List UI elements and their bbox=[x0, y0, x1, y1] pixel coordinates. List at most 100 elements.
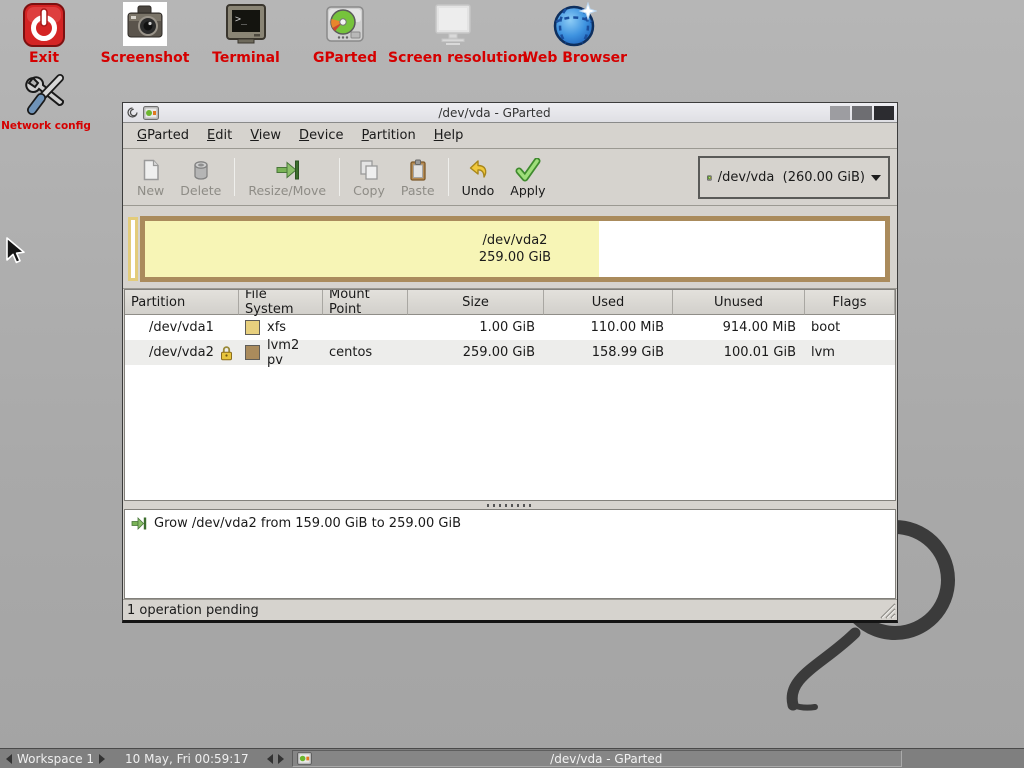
window-title: /dev/vda - GParted bbox=[163, 106, 826, 120]
resize-move-icon bbox=[274, 158, 300, 182]
flags-value: lvm bbox=[805, 340, 895, 365]
desktop-icon-network-config[interactable]: Network config bbox=[0, 72, 111, 132]
menu-device[interactable]: Device bbox=[291, 125, 351, 146]
column-header-partition[interactable]: Partition bbox=[125, 290, 239, 315]
filesystem-name: lvm2 pv bbox=[267, 338, 317, 368]
device-combo-label: /dev/vda (260.00 GiB) bbox=[718, 170, 865, 185]
table-row-vda1[interactable]: /dev/vda1 xfs 1.00 GiB 110.00 MiB 914.00… bbox=[125, 315, 895, 340]
paste-icon bbox=[406, 158, 430, 182]
new-button[interactable]: New bbox=[129, 151, 172, 203]
table-row-vda2[interactable]: /dev/vda2 lvm2 pv centos 259.00 GiB 158.… bbox=[125, 340, 895, 365]
used-value: 158.99 GiB bbox=[544, 340, 673, 365]
disk-visual-area: /dev/vda2 259.00 GiB bbox=[123, 206, 897, 289]
desktop-icon-web-browser[interactable]: Web Browser bbox=[510, 2, 640, 66]
status-text: 1 operation pending bbox=[127, 603, 259, 618]
workspace-prev-icon[interactable] bbox=[6, 754, 12, 764]
minimize-button[interactable] bbox=[830, 106, 850, 120]
splitter-grip-dots bbox=[487, 504, 533, 507]
partition-visual-vda2[interactable]: /dev/vda2 259.00 GiB bbox=[140, 216, 890, 282]
tasklist-prev-icon[interactable] bbox=[267, 754, 273, 764]
window-menu-spiral-icon[interactable] bbox=[126, 105, 139, 120]
lock-icon bbox=[220, 345, 233, 361]
maximize-button[interactable] bbox=[852, 106, 872, 120]
grow-operation-icon bbox=[131, 516, 147, 531]
taskbar-window-button[interactable]: /dev/vda - GParted bbox=[292, 750, 902, 767]
titlebar[interactable]: /dev/vda - GParted bbox=[123, 103, 897, 123]
pending-operations-panel: Grow /dev/vda2 from 159.00 GiB to 259.00… bbox=[124, 509, 896, 599]
tasklist-next-icon[interactable] bbox=[278, 754, 284, 764]
device-combo[interactable]: /dev/vda (260.00 GiB) bbox=[698, 156, 890, 199]
partition-visual-label: /dev/vda2 bbox=[483, 232, 548, 249]
filesystem-color-swatch bbox=[245, 320, 260, 335]
column-header-flags[interactable]: Flags bbox=[805, 290, 895, 315]
apply-checkmark-icon bbox=[515, 158, 541, 182]
exit-power-icon bbox=[22, 2, 66, 48]
desktop-icon-screen-resolution[interactable]: Screen resolution bbox=[388, 2, 518, 66]
filesystem-color-swatch bbox=[245, 345, 260, 360]
operation-item[interactable]: Grow /dev/vda2 from 159.00 GiB to 259.00… bbox=[131, 516, 889, 531]
table-header-row: Partition File System Mount Point Size U… bbox=[125, 290, 895, 315]
delete-partition-icon bbox=[189, 158, 213, 182]
taskbar-window-title: /dev/vda - GParted bbox=[316, 752, 897, 766]
taskbar: Workspace 1 10 May, Fri 00:59:17 /dev/vd… bbox=[0, 748, 1024, 768]
menu-partition[interactable]: Partition bbox=[354, 125, 424, 146]
copy-button[interactable]: Copy bbox=[345, 151, 393, 203]
partition-name: /dev/vda2 bbox=[149, 345, 214, 360]
column-header-size[interactable]: Size bbox=[408, 290, 544, 315]
terminal-icon: >_ bbox=[224, 2, 268, 48]
desktop-icon-label: Screen resolution bbox=[388, 50, 518, 66]
menu-help[interactable]: Help bbox=[426, 125, 472, 146]
device-disk-icon bbox=[707, 168, 712, 188]
desktop-icon-label: Web Browser bbox=[510, 50, 640, 66]
size-value: 1.00 GiB bbox=[408, 315, 544, 340]
menu-edit[interactable]: Edit bbox=[199, 125, 240, 146]
paste-button[interactable]: Paste bbox=[393, 151, 443, 203]
column-header-filesystem[interactable]: File System bbox=[239, 290, 323, 315]
resize-grip[interactable] bbox=[879, 602, 896, 619]
gparted-window: /dev/vda - GParted GParted Edit View Dev… bbox=[122, 102, 898, 623]
menu-view[interactable]: View bbox=[242, 125, 289, 146]
toolbar: New Delete Resize/Move Copy bbox=[123, 149, 897, 206]
column-header-unused[interactable]: Unused bbox=[673, 290, 805, 315]
unused-value: 914.00 MiB bbox=[673, 315, 805, 340]
used-value: 110.00 MiB bbox=[544, 315, 673, 340]
gparted-disk-icon bbox=[323, 2, 367, 48]
gparted-app-icon bbox=[297, 752, 312, 765]
partition-name: /dev/vda1 bbox=[149, 320, 214, 335]
pane-splitter[interactable] bbox=[123, 501, 897, 509]
workspace-next-icon[interactable] bbox=[99, 754, 105, 764]
partition-visual-vda1[interactable] bbox=[128, 217, 138, 281]
monitor-icon bbox=[431, 2, 475, 48]
close-button[interactable] bbox=[874, 106, 894, 120]
filesystem-name: xfs bbox=[267, 320, 286, 335]
operation-text: Grow /dev/vda2 from 159.00 GiB to 259.00… bbox=[154, 516, 461, 531]
toolbar-separator bbox=[339, 158, 340, 196]
undo-icon bbox=[466, 158, 490, 182]
column-header-used[interactable]: Used bbox=[544, 290, 673, 315]
toolbar-separator bbox=[234, 158, 235, 196]
size-value: 259.00 GiB bbox=[408, 340, 544, 365]
apply-button[interactable]: Apply bbox=[502, 151, 553, 203]
tools-icon bbox=[24, 72, 68, 118]
clock: 10 May, Fri 00:59:17 bbox=[125, 752, 249, 766]
globe-icon bbox=[553, 2, 597, 48]
unused-value: 100.01 GiB bbox=[673, 340, 805, 365]
mount-point bbox=[323, 315, 408, 340]
copy-icon bbox=[357, 158, 381, 182]
menu-gparted[interactable]: GParted bbox=[129, 125, 197, 146]
new-partition-icon bbox=[139, 158, 163, 182]
resize-move-button[interactable]: Resize/Move bbox=[240, 151, 334, 203]
partition-table: Partition File System Mount Point Size U… bbox=[124, 289, 896, 501]
toolbar-separator bbox=[448, 158, 449, 196]
flags-value: boot bbox=[805, 315, 895, 340]
gparted-app-icon bbox=[143, 106, 159, 120]
workspace-label[interactable]: Workspace 1 bbox=[17, 752, 94, 766]
undo-button[interactable]: Undo bbox=[454, 151, 503, 203]
partition-visual-size: 259.00 GiB bbox=[479, 249, 551, 266]
column-header-mountpoint[interactable]: Mount Point bbox=[323, 290, 408, 315]
delete-button[interactable]: Delete bbox=[172, 151, 229, 203]
camera-icon bbox=[123, 2, 167, 48]
svg-text:>_: >_ bbox=[235, 14, 248, 25]
mount-point: centos bbox=[323, 340, 408, 365]
chevron-down-icon bbox=[871, 175, 881, 181]
